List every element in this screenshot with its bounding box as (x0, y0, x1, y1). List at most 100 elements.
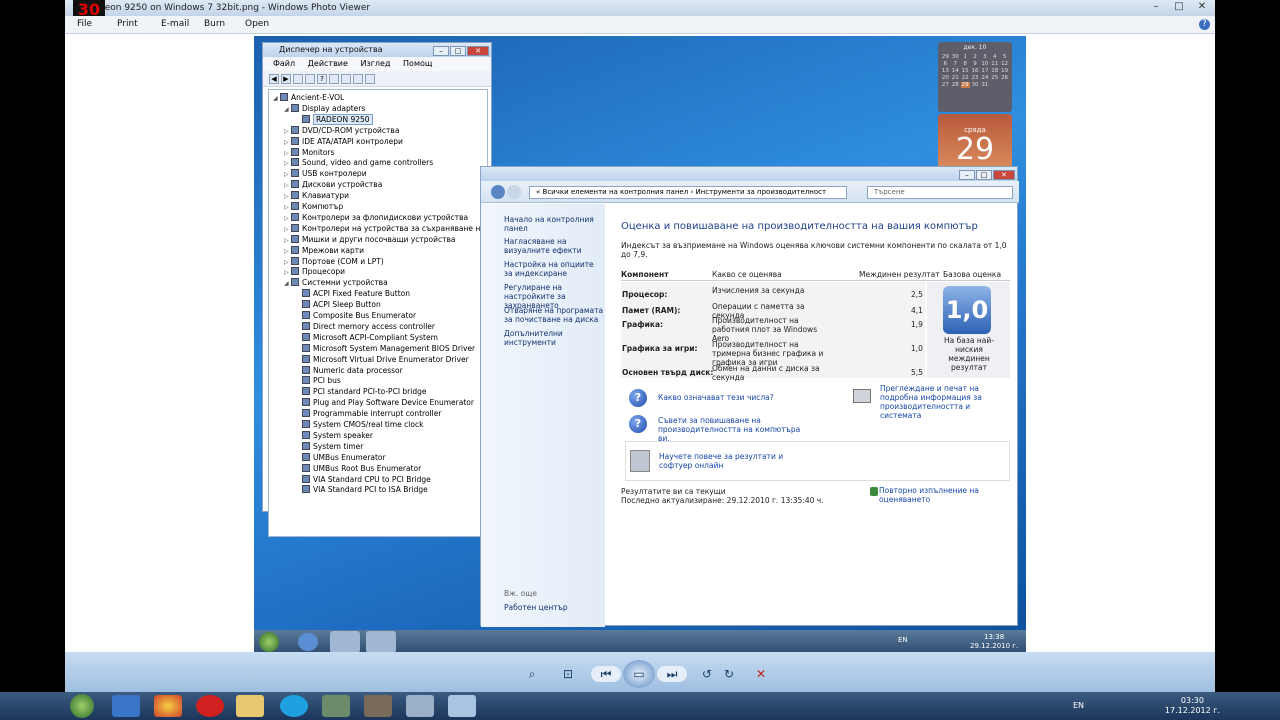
ie-icon[interactable] (298, 633, 318, 651)
help-icon[interactable]: ? (317, 73, 327, 84)
start-orb-icon[interactable] (259, 632, 279, 652)
sidebar-disk-cleanup[interactable]: Отваряне на програмата за почистване на … (504, 306, 604, 324)
calendar-day[interactable]: 31 (980, 82, 989, 88)
dm-menu-help[interactable]: Помощ (403, 59, 432, 68)
tree-node[interactable]: VIA Standard PCI to ISA Bridge (295, 484, 428, 495)
app-icon[interactable] (406, 695, 434, 717)
tree-node[interactable]: Plug and Play Software Device Enumerator (295, 397, 474, 408)
search-input[interactable]: Търсене (867, 186, 1013, 199)
menu-burn[interactable]: Burn (204, 19, 225, 29)
calendar-day[interactable]: 19 (1000, 68, 1009, 74)
tree-node[interactable]: UMBus Enumerator (295, 452, 386, 463)
cp-close-button[interactable]: ✕ (993, 170, 1015, 180)
calendar-day[interactable]: 25 (990, 75, 999, 81)
sidebar-advanced-tools[interactable]: Допълнителни инструменти (504, 329, 604, 347)
calendar-day[interactable]: 21 (951, 75, 960, 81)
sidebar-indexing[interactable]: Настройка на опциите за индексиране (504, 260, 604, 278)
tree-node[interactable]: ▷ IDE ATA/ATAPI контролери (284, 136, 403, 147)
calendar-day[interactable]: 18 (990, 68, 999, 74)
menu-file[interactable]: File (77, 19, 92, 29)
tree-node[interactable]: ◢ Ancient-E-VOL (273, 92, 344, 103)
rerun-link[interactable]: Повторно изпълнение на оценяването (879, 486, 1011, 504)
calendar-day[interactable]: 22 (961, 75, 970, 81)
opera-icon[interactable] (196, 695, 224, 717)
calendar-day[interactable]: 17 (980, 68, 989, 74)
back-button-icon[interactable] (491, 185, 505, 199)
tree-node[interactable]: ▷ Клавиатури (284, 190, 349, 201)
tips-link[interactable]: Съвети за повишаване на производителност… (658, 416, 808, 443)
tree-node[interactable]: ▷ Компютър (284, 201, 343, 212)
calendar-day[interactable]: 24 (980, 75, 989, 81)
skype-icon[interactable] (280, 695, 308, 717)
list-icon[interactable] (305, 73, 315, 84)
collapse-icon[interactable]: ◢ (284, 278, 291, 289)
calendar-day[interactable]: 12 (1000, 61, 1009, 67)
tree-node[interactable]: ▷ Мишки и други посочващи устройства (284, 234, 455, 245)
scan-icon[interactable] (341, 73, 351, 84)
menu-email[interactable]: E-mail (161, 19, 189, 29)
tree-node[interactable]: VIA Standard CPU to PCI Bridge (295, 474, 431, 485)
dm-minimize-button[interactable]: – (433, 46, 449, 56)
calendar-day[interactable]: 23 (971, 75, 980, 81)
calendar-day[interactable]: 13 (941, 68, 950, 74)
tree-node[interactable]: Microsoft System Management BIOS Driver (295, 343, 475, 354)
tree-node[interactable]: ▷ USB контролери (284, 168, 367, 179)
tree-node[interactable]: ▷ Дискови устройства (284, 179, 382, 190)
calendar-day[interactable]: 20 (941, 75, 950, 81)
chrome-icon[interactable] (154, 695, 182, 717)
dm-menu-action[interactable]: Действие (308, 59, 348, 68)
taskbar-device-manager[interactable] (330, 631, 360, 653)
sidebar-home[interactable]: Начало на контролния панел (504, 215, 604, 233)
properties-icon[interactable] (293, 73, 303, 84)
tree-node[interactable]: Direct memory access controller (295, 321, 435, 332)
tree-node[interactable]: Numeric data processor (295, 365, 403, 376)
tree-node[interactable]: ▷ Контролери за флопидискови устройства (284, 212, 468, 223)
cp-maximize-button[interactable]: □ (976, 170, 992, 180)
explorer-icon[interactable] (236, 695, 264, 717)
collapse-icon[interactable]: ◢ (273, 93, 280, 104)
calendar-day[interactable]: 14 (951, 68, 960, 74)
dm-menu-view[interactable]: Изглед (360, 59, 390, 68)
calendar-day[interactable]: 30 (951, 54, 960, 60)
app-icon[interactable] (322, 695, 350, 717)
learn-more-link[interactable]: Научете повече за резултати и софтуер он… (659, 452, 809, 470)
close-button[interactable]: ✕ (1191, 1, 1213, 14)
address-breadcrumb[interactable]: « Всички елементи на контролния панел › … (529, 186, 847, 199)
calendar-day[interactable]: 6 (941, 61, 950, 67)
calendar-day[interactable]: 9 (971, 61, 980, 67)
calendar-day[interactable]: 15 (961, 68, 970, 74)
start-orb-icon[interactable] (70, 694, 94, 718)
calendar-day[interactable]: 3 (980, 54, 989, 60)
action-center-link[interactable]: Работен център (504, 603, 604, 612)
print-details-link[interactable]: Преглеждане и печат на подробна информац… (880, 384, 1010, 420)
rotate-left-icon[interactable]: ↺ (699, 666, 715, 682)
forward-icon[interactable]: ▶ (281, 73, 291, 84)
app-icon[interactable] (364, 695, 392, 717)
forward-button-icon[interactable] (507, 185, 521, 199)
tree-node[interactable]: PCI standard PCI-to-PCI bridge (295, 386, 426, 397)
dm-menu-file[interactable]: Файл (273, 59, 295, 68)
taskbar-control-panel[interactable] (366, 631, 396, 653)
monitor-icon[interactable] (329, 73, 339, 84)
calendar-day[interactable]: 26 (1000, 75, 1009, 81)
tree-node[interactable]: ◢ Display adapters (284, 103, 365, 114)
dm-close-button[interactable]: ✕ (467, 46, 489, 56)
tree-node[interactable]: System timer (295, 441, 363, 452)
minimize-button[interactable]: – (1145, 1, 1167, 14)
delete-icon[interactable]: ✕ (753, 666, 769, 682)
tree-node[interactable]: ▷ Контролери на устройства за съхраняване… (284, 223, 487, 234)
calendar-day[interactable]: 16 (971, 68, 980, 74)
sidebar-visual-effects[interactable]: Нагласяване на визуалните ефекти (504, 237, 604, 255)
tree-node[interactable]: Microsoft Virtual Drive Enumerator Drive… (295, 354, 469, 365)
help-icon[interactable]: ? (1199, 19, 1210, 30)
slideshow-icon[interactable]: ▭ (623, 660, 655, 688)
menu-print[interactable]: Print (117, 19, 138, 29)
tree-node[interactable]: UMBus Root Bus Enumerator (295, 463, 421, 474)
photo-viewer-icon[interactable] (448, 695, 476, 717)
calendar-day[interactable]: 27 (941, 82, 950, 88)
next-icon[interactable]: ⏭ (657, 666, 687, 682)
previous-icon[interactable]: ⏮ (591, 666, 621, 682)
clock[interactable]: 03:30 17.12.2012 г. (1165, 696, 1220, 716)
cp-minimize-button[interactable]: – (959, 170, 975, 180)
tree-node[interactable]: ACPI Sleep Button (295, 299, 381, 310)
